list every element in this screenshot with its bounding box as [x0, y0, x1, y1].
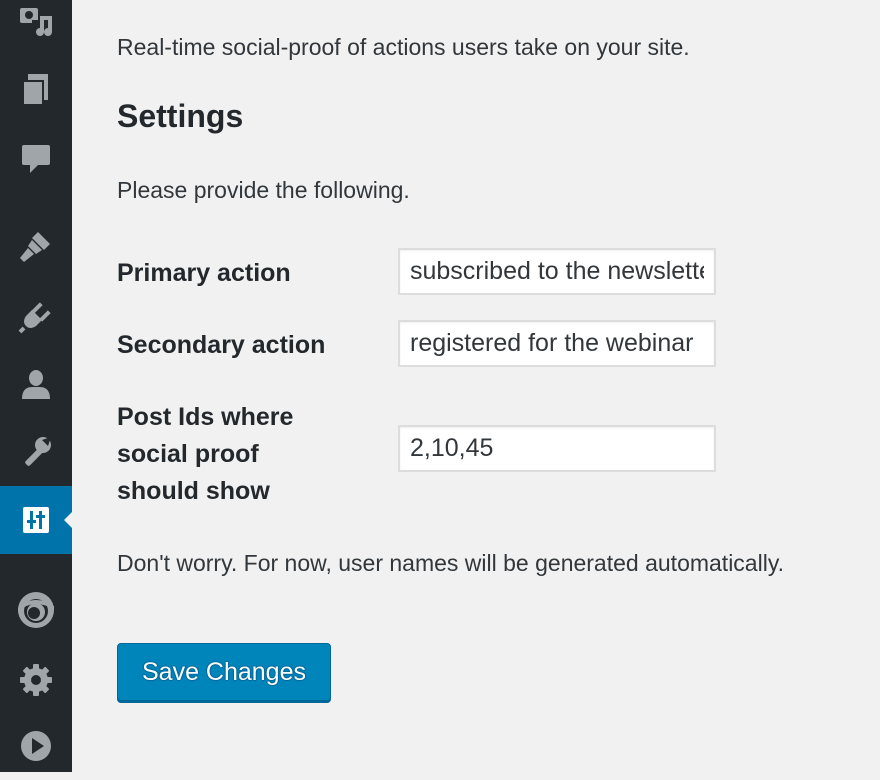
pages-icon	[22, 74, 48, 106]
menu-item-tools[interactable]	[0, 418, 72, 486]
secondary-action-input[interactable]	[398, 320, 716, 367]
menu-item-settings[interactable]	[0, 646, 72, 714]
swirl-plugin-icon	[18, 592, 54, 628]
menu-item-pages[interactable]	[0, 56, 72, 124]
auto-names-note: Don't worry. For now, user names will be…	[117, 550, 784, 576]
menu-item-media[interactable]	[0, 0, 72, 56]
post-ids-label: Post Ids where social proof should show	[117, 399, 293, 510]
post-ids-label-line: Post Ids where	[117, 403, 294, 431]
plugin-tagline: Real-time social-proof of actions users …	[117, 34, 690, 60]
menu-item-play[interactable]	[0, 712, 72, 780]
secondary-action-label: Secondary action	[117, 331, 326, 359]
menu-item-users[interactable]	[0, 350, 72, 418]
play-icon	[21, 731, 51, 761]
menu-item-plugins[interactable]	[0, 282, 72, 350]
media-icon	[20, 8, 52, 36]
post-ids-label-line: should show	[117, 477, 270, 505]
comments-icon	[22, 145, 50, 173]
menu-item-social-proof[interactable]	[0, 486, 72, 554]
users-icon	[22, 370, 50, 399]
post-ids-label-line: social proof	[117, 440, 259, 468]
appearance-icon	[20, 232, 50, 262]
gear-icon	[20, 664, 52, 696]
menu-item-swirl-plugin[interactable]	[0, 576, 72, 644]
save-changes-button[interactable]: Save Changes	[117, 643, 331, 701]
post-ids-input[interactable]	[398, 425, 716, 472]
menu-item-appearance[interactable]	[0, 212, 72, 280]
primary-action-label: Primary action	[117, 259, 291, 287]
settings-heading: Settings	[117, 98, 244, 134]
instruction-text: Please provide the following.	[117, 177, 410, 203]
tools-icon	[25, 437, 51, 466]
primary-action-input[interactable]	[398, 248, 716, 295]
menu-item-comments[interactable]	[0, 124, 72, 192]
plugins-icon	[18, 302, 51, 334]
admin-sidebar	[0, 0, 72, 772]
settings-sliders-icon	[23, 507, 49, 533]
